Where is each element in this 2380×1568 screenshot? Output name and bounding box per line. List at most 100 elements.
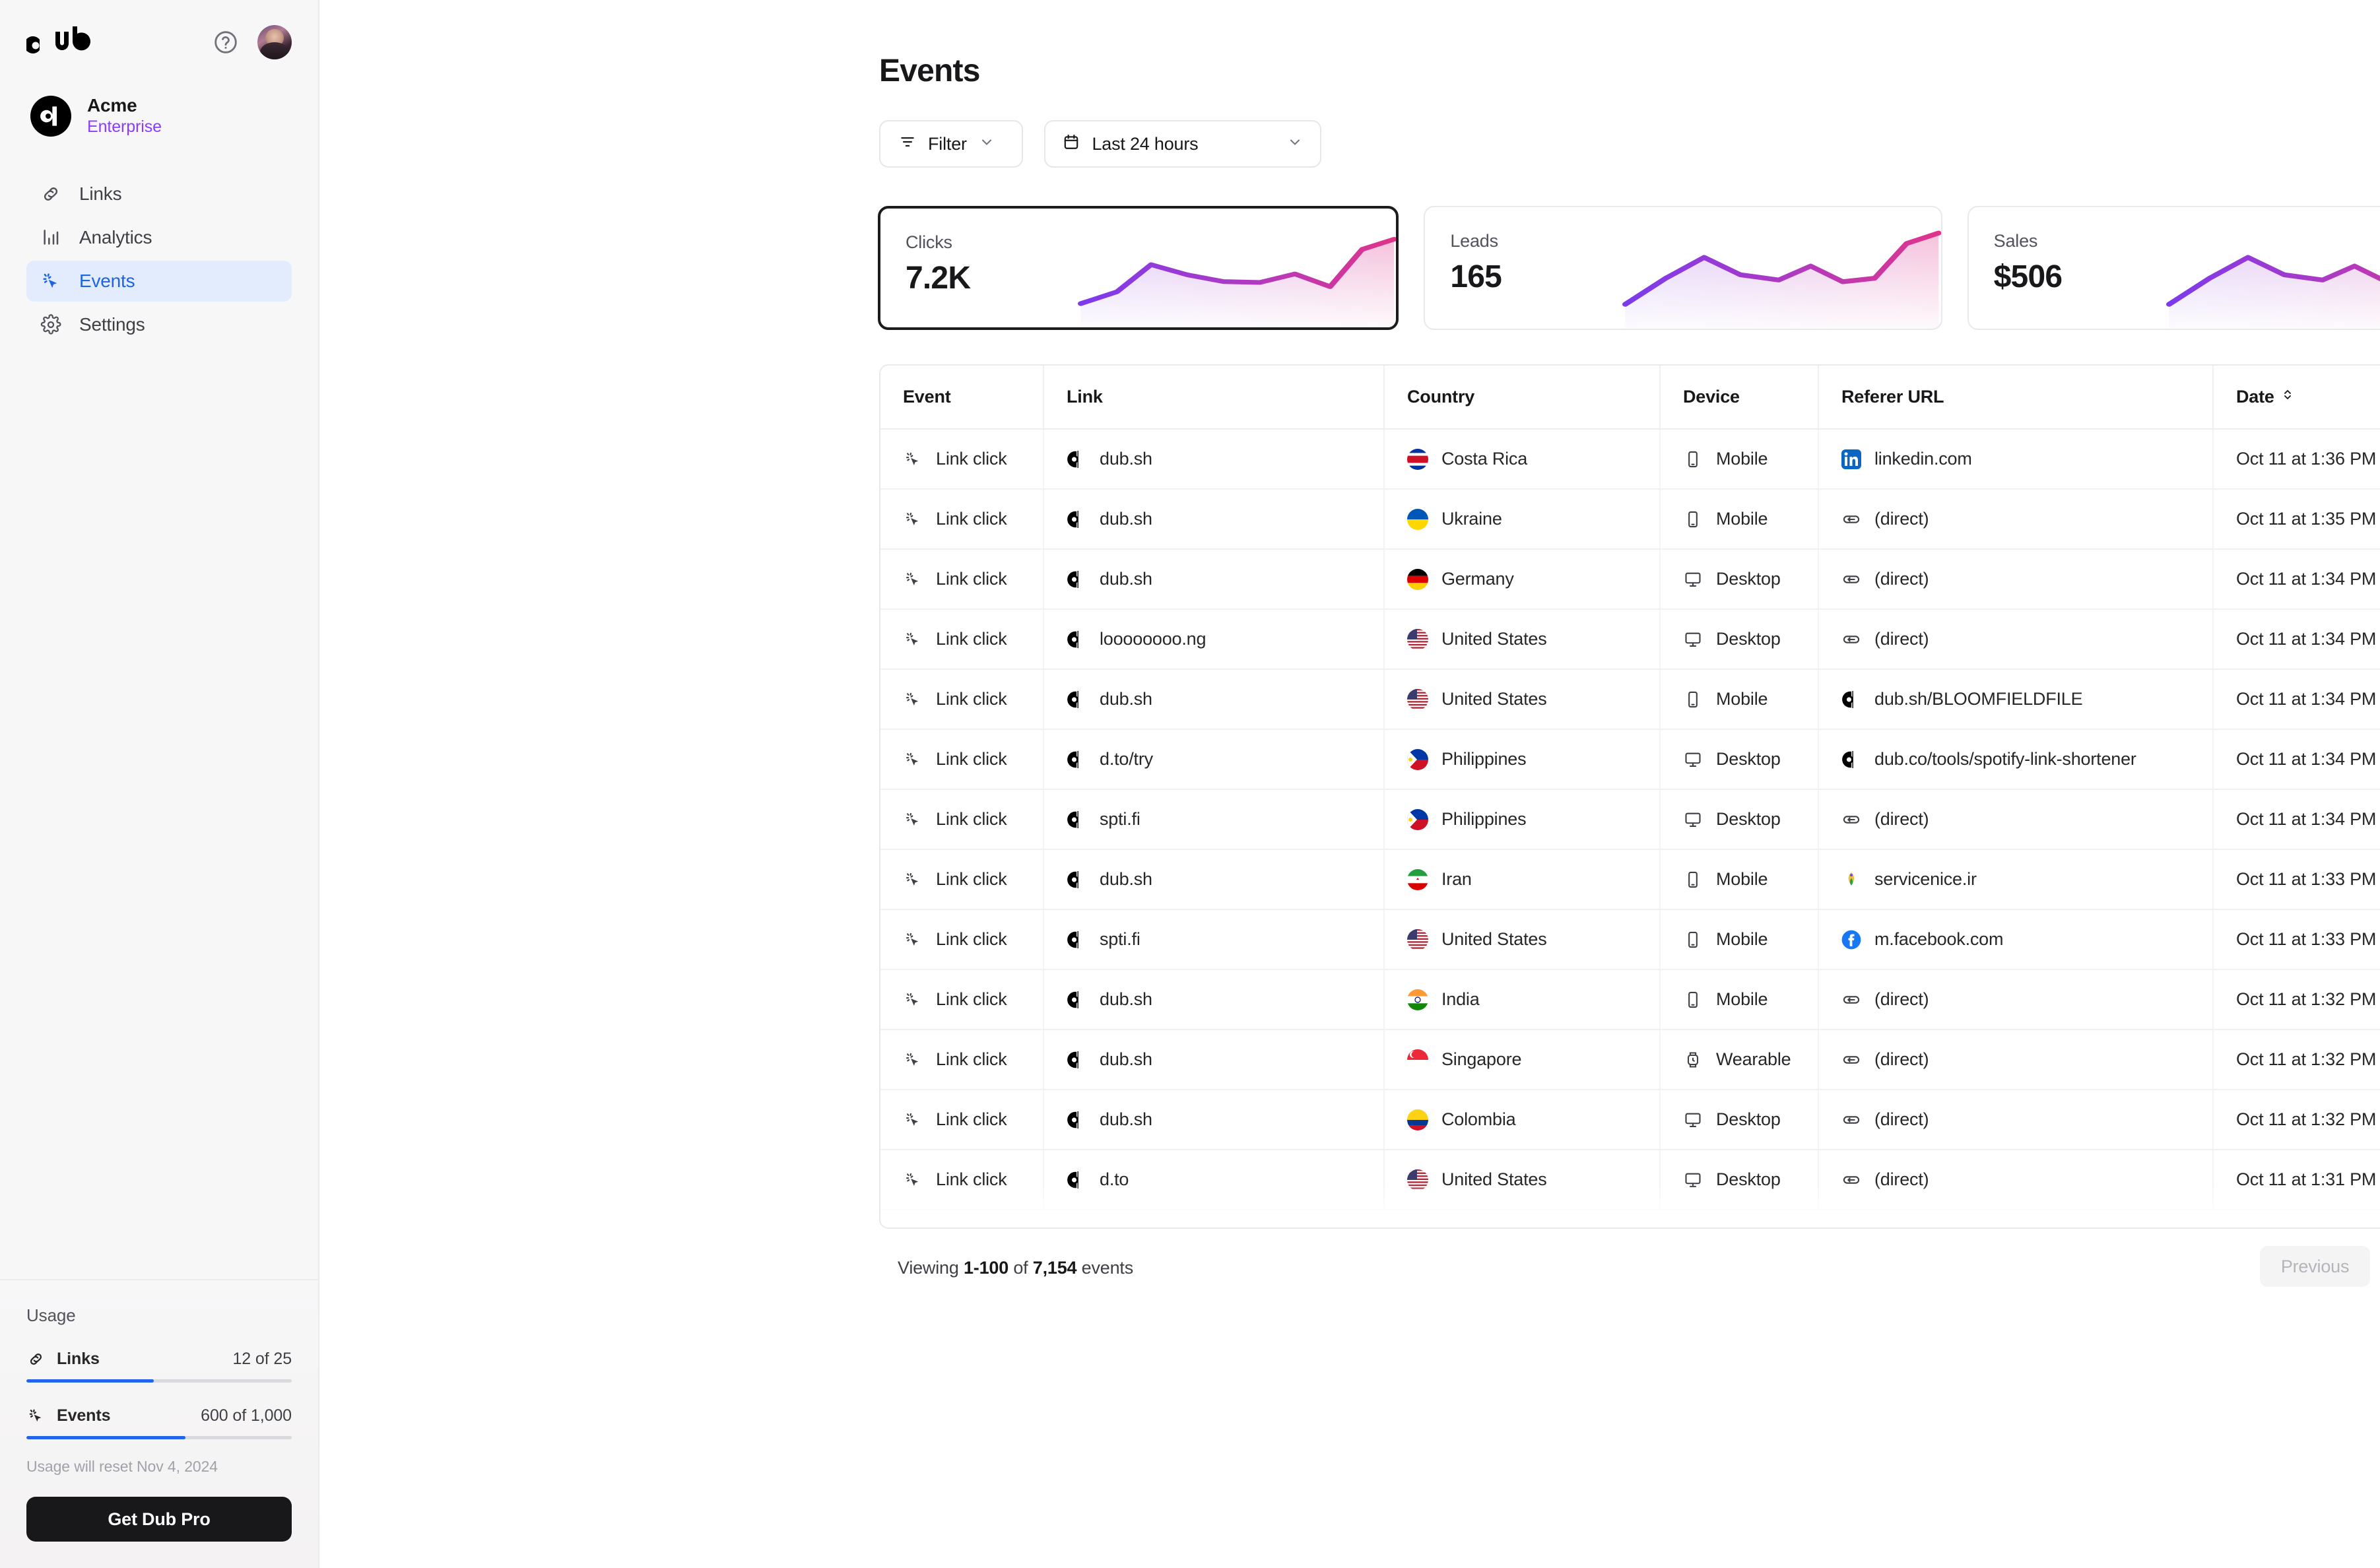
cell-link[interactable]: d.to [1043, 1150, 1385, 1210]
device-label: Mobile [1716, 869, 1768, 889]
device-label: Desktop [1716, 1109, 1781, 1129]
table-row[interactable]: Link click spti.fi Philippines Desktop (dire… [880, 789, 2380, 850]
cell-country: Iran [1384, 849, 1661, 910]
cell-event: Link click [880, 1090, 1044, 1150]
cell-link[interactable]: spti.fi [1043, 909, 1385, 970]
table-header: Event Link Country Device Referer URL Da… [880, 366, 2380, 430]
cell-referer-url[interactable]: (direct) [1818, 1090, 2214, 1150]
previous-page-button[interactable]: Previous [2259, 1246, 2371, 1287]
link-label: dub.sh [1100, 1109, 1152, 1129]
link-label: dub.sh [1100, 689, 1152, 709]
stat-card-clicks[interactable]: Clicks 7.2K [878, 206, 1399, 330]
column-header-event[interactable]: Event [880, 366, 1044, 430]
cell-link[interactable]: dub.sh [1043, 969, 1385, 1030]
cell-link[interactable]: dub.sh [1043, 549, 1385, 610]
cell-referer-url[interactable]: dub.co/tools/spotify-link-shortener [1818, 729, 2214, 790]
country-label: Ukraine [1441, 509, 1502, 529]
sidebar-item-links[interactable]: Links [26, 174, 292, 214]
flag-icon-us [1407, 929, 1428, 950]
link-label: loooooooo.ng [1100, 629, 1207, 649]
device-label: Mobile [1716, 929, 1768, 949]
table-row[interactable]: Link click d.to United States Desktop (direc… [880, 1150, 2380, 1210]
cell-link[interactable]: dub.sh [1043, 1029, 1385, 1090]
cell-link[interactable]: dub.sh [1043, 1090, 1385, 1150]
cell-country: Singapore [1384, 1029, 1661, 1090]
cell-link[interactable]: d.to/try [1043, 729, 1385, 790]
device-label: Desktop [1716, 749, 1781, 769]
cell-event: Link click [880, 789, 1044, 850]
cell-link[interactable]: dub.sh [1043, 489, 1385, 550]
flag-icon-cr [1407, 448, 1428, 470]
table-row[interactable]: Link clickd.to/comm-side-questsIndiaDesk… [880, 1210, 2380, 1227]
column-header-date[interactable]: Date [2213, 366, 2380, 430]
cell-referer-url[interactable]: (direct) [1818, 789, 2214, 850]
table-row[interactable]: Link click loooooooo.ng United States Deskt… [880, 609, 2380, 670]
table-row[interactable]: Link click dub.sh Iran Mobile servicenice.ir… [880, 849, 2380, 910]
cell-referer-url[interactable]: linkedin.com [1818, 429, 2214, 490]
sidebar-item-settings[interactable]: Settings [26, 304, 292, 345]
column-header-referer-url[interactable]: Referer URL [1818, 366, 2214, 430]
cell-referer-url[interactable]: servicenice.ir [1818, 849, 2214, 910]
stat-card-sales[interactable]: Sales $506 [1967, 206, 2380, 330]
cursor-click-icon [903, 570, 923, 589]
date-label: Oct 11 at 1:36 PM [2236, 449, 2377, 469]
device-label: Mobile [1716, 449, 1768, 469]
workspace-switcher[interactable]: Acme Enterprise [26, 92, 292, 139]
viewing-total: 7,154 [1032, 1258, 1077, 1278]
cell-link[interactable]: dub.sh [1043, 669, 1385, 730]
pagination: Previous Next [2259, 1246, 2380, 1287]
table-row[interactable]: Link click dub.sh Costa Rica Mobile linkedin… [880, 429, 2380, 490]
column-header-link[interactable]: Link [1043, 366, 1385, 430]
sales-sparkline-chart [2165, 224, 2380, 329]
cell-link[interactable]: spti.fi [1043, 789, 1385, 850]
column-header-device[interactable]: Device [1660, 366, 1819, 430]
desktop-icon [1683, 570, 1703, 589]
stat-card-leads[interactable]: Leads 165 [1424, 206, 1942, 330]
cell-date: Oct 11 at 1:34 PM [2213, 609, 2380, 670]
sidebar-item-events[interactable]: Events [26, 261, 292, 302]
desktop-icon [1683, 750, 1703, 769]
dub-favicon [1067, 449, 1086, 469]
referer-label: (direct) [1874, 809, 1929, 829]
cell-country: United States [1384, 669, 1661, 730]
table-row[interactable]: Link click dub.sh Germany Desktop (direct) Oc… [880, 549, 2380, 610]
cell-link[interactable]: loooooooo.ng [1043, 609, 1385, 670]
table-row[interactable]: Link click spti.fi United States Mobile m.fa… [880, 909, 2380, 970]
filter-button[interactable]: Filter [879, 120, 1023, 168]
event-label: Link click [936, 809, 1007, 829]
cell-referer-url[interactable]: (direct) [1818, 549, 2214, 610]
cell-event: Link click [880, 909, 1044, 970]
cell-referer-url[interactable]: (direct) [1818, 1029, 2214, 1090]
cell-country: Philippines [1384, 789, 1661, 850]
table-row[interactable]: Link click dub.sh United States Mobile dub.s… [880, 669, 2380, 730]
cell-event: Link click [880, 1029, 1044, 1090]
help-circle-icon[interactable] [213, 29, 239, 55]
cell-referer-url[interactable]: (direct) [1818, 489, 2214, 550]
device-label: Wearable [1716, 1049, 1791, 1069]
event-label: Link click [936, 1109, 1007, 1129]
cell-link[interactable]: dub.sh [1043, 429, 1385, 490]
sidebar-item-analytics[interactable]: Analytics [26, 217, 292, 258]
get-dub-pro-button[interactable]: Get Dub Pro [26, 1497, 292, 1542]
workspace-plan: Enterprise [87, 117, 162, 136]
table-row[interactable]: Link click dub.sh India Mobile (direct) Oct 1… [880, 969, 2380, 1030]
date-label: Oct 11 at 1:34 PM [2236, 629, 2377, 649]
table-row[interactable]: Link click dub.sh Colombia Desktop (direct) O… [880, 1090, 2380, 1150]
table-row[interactable]: Link click d.to/try Philippines Desktop dub.… [880, 729, 2380, 790]
cell-referer-url[interactable]: m.facebook.com [1818, 909, 2214, 970]
cell-referer-url[interactable]: (direct) [1818, 969, 2214, 1030]
cell-referer-url[interactable]: (direct) [1818, 1150, 2214, 1210]
avatar[interactable] [257, 25, 292, 59]
cell-link[interactable]: dub.sh [1043, 849, 1385, 910]
table-row[interactable]: Link click dub.sh Ukraine Mobile (direct) Oct… [880, 489, 2380, 550]
cell-referer-url[interactable]: (direct) [1818, 1210, 2214, 1227]
table-row[interactable]: Link click dub.sh Singapore Wearable (direct… [880, 1029, 2380, 1090]
cell-device: Mobile [1660, 489, 1819, 550]
cell-referer-url[interactable]: dub.sh/BLOOMFIELDFILE [1818, 669, 2214, 730]
cell-link[interactable]: d.to/comm-side-quests [1043, 1210, 1385, 1227]
cell-referer-url[interactable]: (direct) [1818, 609, 2214, 670]
column-header-country[interactable]: Country [1384, 366, 1661, 430]
cell-event: Link click [880, 609, 1044, 670]
dub-logo[interactable] [24, 26, 99, 59]
date-range-button[interactable]: Last 24 hours [1044, 120, 1322, 168]
